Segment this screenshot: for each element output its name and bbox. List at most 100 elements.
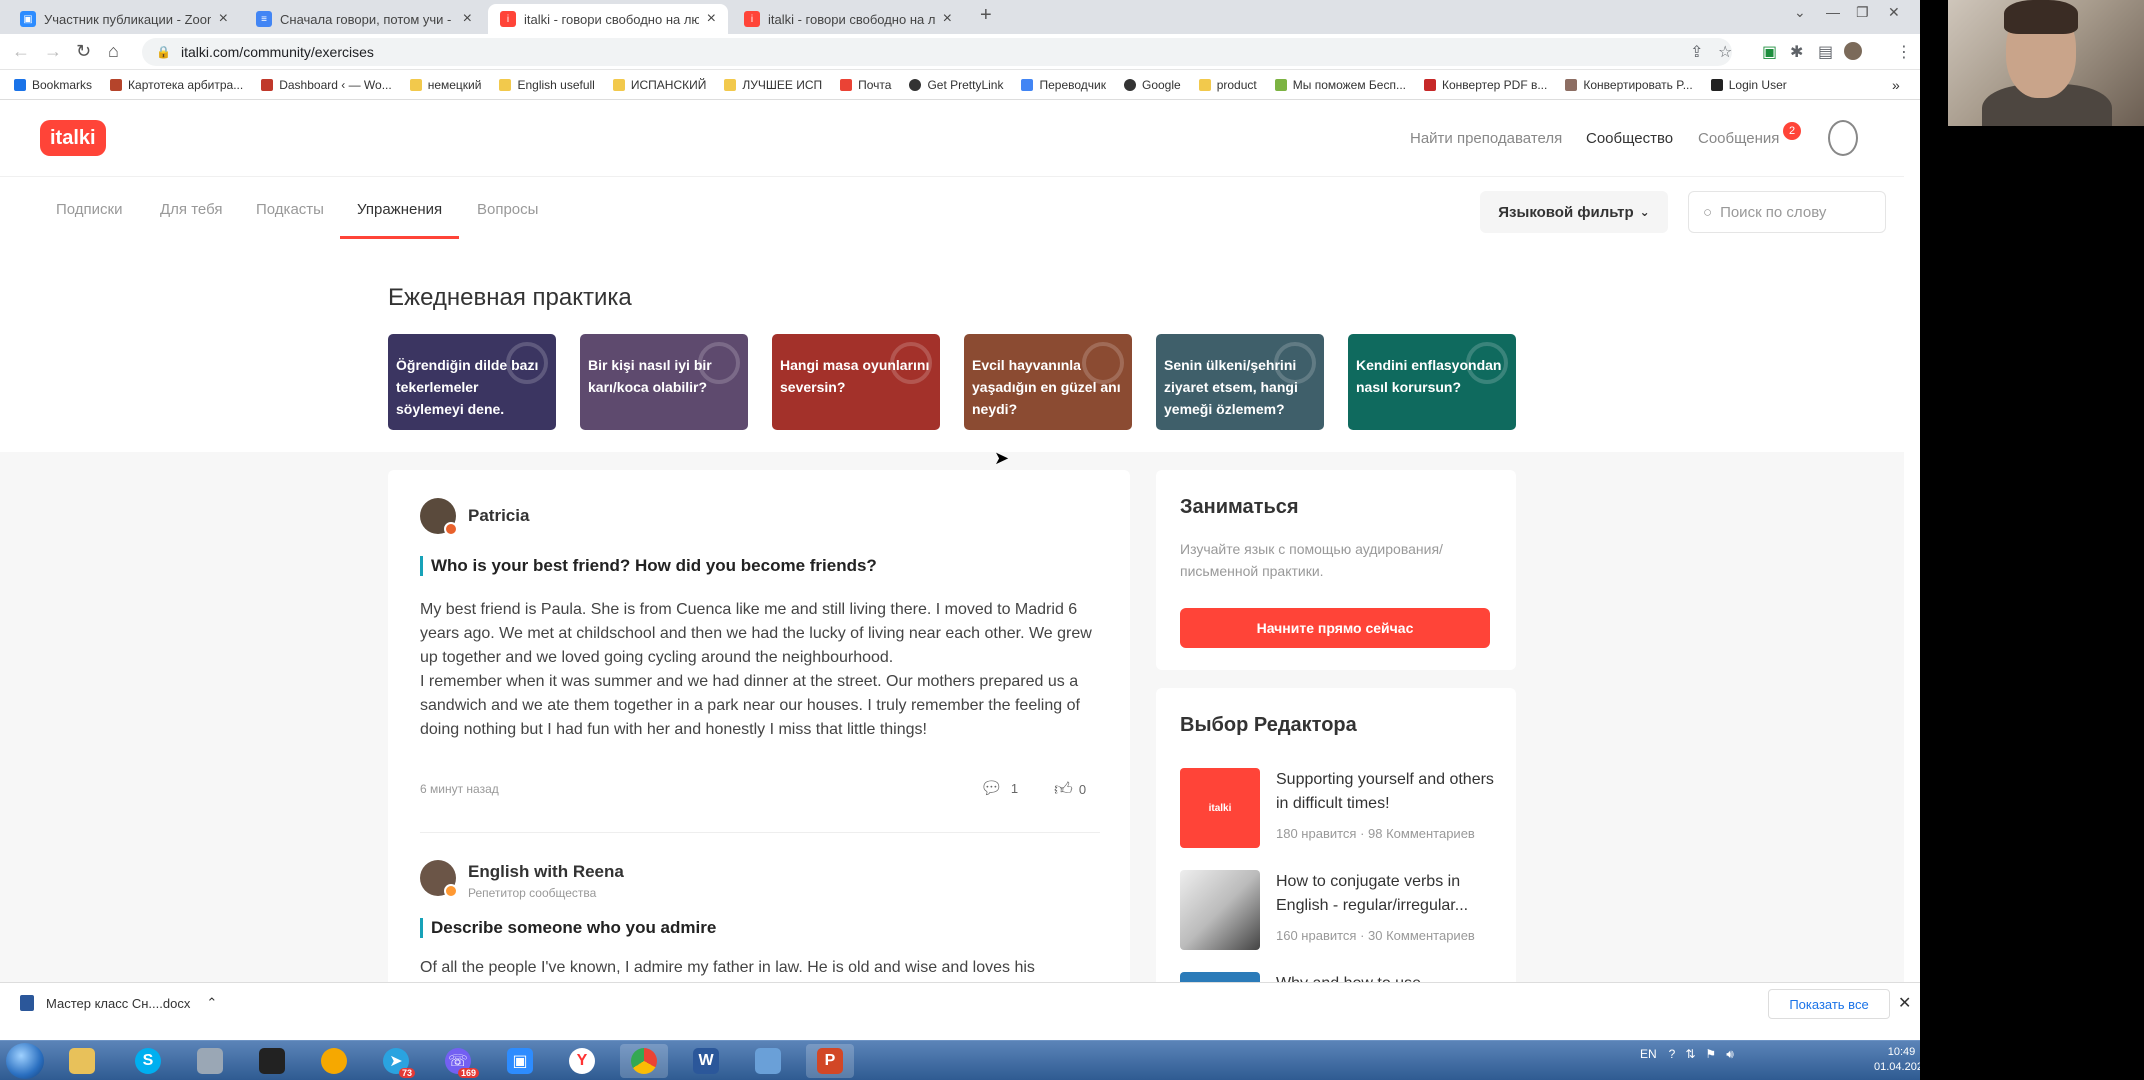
taskbar-telegram[interactable]: ➤ 73 [372,1044,420,1078]
close-window-icon[interactable]: ✕ [1888,4,1900,21]
taskbar-powerpoint[interactable]: P [806,1044,854,1078]
bookmark-item[interactable]: Login User [1710,78,1787,92]
taskbar-paint[interactable] [744,1044,792,1078]
home-icon[interactable]: ⌂ [108,41,119,62]
docs-icon: ≡ [256,11,272,27]
tab-italki[interactable]: i italki - говори свободно на люб × [732,4,964,34]
avatar[interactable] [420,498,458,536]
post-question[interactable]: Describe someone who you admire [420,918,716,938]
practice-card[interactable]: Evcil hayvanınla yaşadığın en güzel anı … [964,334,1132,430]
close-icon[interactable]: × [463,10,472,28]
close-icon[interactable]: ✕ [1898,993,1911,1013]
practice-card[interactable]: Öğrendiğin dilde bazı tekerlemeler söyle… [388,334,556,430]
flag-icon[interactable]: ⚑ [1705,1047,1716,1061]
bookmark-item[interactable]: Dashboard ‹ — Wo... [261,78,392,92]
tab-exercises[interactable]: Упражнения [340,201,460,239]
practice-description: Изучайте язык с помощью аудирования/пись… [1180,541,1443,579]
taskbar-yandex[interactable]: Y [558,1044,606,1078]
menu-icon[interactable]: ⋮ [1896,42,1912,62]
forward-icon[interactable]: → [44,41,62,62]
user-avatar[interactable] [1828,120,1858,156]
post-author[interactable]: English with Reena [468,862,624,882]
tab-docs[interactable]: ≡ Сначала говори, потом учи - Go × [244,4,484,34]
taskbar-chrome[interactable] [620,1044,668,1078]
bookmark-item[interactable]: Google [1124,78,1181,92]
practice-card[interactable]: Hangi masa oyunlarını seversin? [772,334,940,430]
minimize-icon[interactable]: — [1826,4,1840,20]
post-question[interactable]: Who is your best friend? How did you bec… [420,556,877,576]
search-input[interactable]: ○ Поиск по слову [1688,191,1886,233]
puzzle-icon[interactable]: ✱ [1790,42,1803,62]
chevron-up-icon[interactable]: ⌃ [206,995,217,1011]
star-icon[interactable]: ☆ [1718,42,1732,62]
close-icon[interactable]: × [943,10,952,28]
taskbar-app[interactable] [248,1044,296,1078]
extension-icon[interactable]: ▣ [1762,42,1777,62]
practice-card[interactable]: Bir kişi nasıl iyi bir karı/koca olabili… [580,334,748,430]
share-icon[interactable]: ⇪ [1690,42,1703,62]
tab-for-you[interactable]: Для тебя [160,201,222,236]
post-author[interactable]: Patricia [468,506,529,526]
download-item[interactable]: Мастер класс Сн....docx ⌃ [20,995,217,1011]
like-button[interactable]: 👍︎ 0 [1054,778,1086,800]
tab-questions[interactable]: Вопросы [477,201,538,236]
volume-icon[interactable]: 🔊︎ [1726,1047,1734,1061]
network-icon[interactable]: ⇅ [1685,1047,1695,1061]
editor-item[interactable]: italki Supporting yourself and others in… [1180,768,1500,848]
sidepanel-icon[interactable]: ▤ [1818,42,1833,62]
close-icon[interactable]: × [219,10,228,28]
taskbar-calculator[interactable] [186,1044,234,1078]
bookmark-item[interactable]: Переводчик [1021,78,1106,92]
taskbar-skype[interactable]: S [124,1044,172,1078]
practice-card[interactable]: Kendini enflasyondan nasıl korursun? [1348,334,1516,430]
post-body: My best friend is Paula. She is from Cue… [420,601,1092,738]
chevron-right-icon[interactable]: » [1892,77,1900,93]
bookmark-item[interactable]: Почта [840,78,891,92]
bookmark-item[interactable]: Мы поможем Бесп... [1274,78,1406,92]
start-button[interactable] [6,1043,44,1079]
bookmark-item[interactable]: Get PrettyLink [909,78,1003,92]
close-icon[interactable]: × [707,10,716,28]
tab-podcasts[interactable]: Подкасты [256,201,324,236]
reload-icon[interactable]: ↻ [76,41,91,62]
language-filter-dropdown[interactable]: Языковой фильтр ⌄ [1480,191,1668,233]
taskbar-zoom[interactable]: ▣ [496,1044,544,1078]
taskbar-word[interactable]: W [682,1044,730,1078]
bookmark-folder[interactable]: немецкий [409,78,481,92]
editor-item[interactable]: How to conjugate verbs in English - regu… [1180,870,1500,950]
new-tab-button[interactable]: + [980,4,992,27]
url-input[interactable]: 🔒 italki.com/community/exercises [142,38,1732,66]
divider [420,832,1100,833]
taskbar-audio[interactable] [310,1044,358,1078]
tab-search-icon[interactable]: ⌄ [1794,4,1806,21]
bookmark-item[interactable]: Картотека арбитра... [110,78,243,92]
tab-italki-active[interactable]: i italki - говори свободно на люб × [488,4,728,34]
language-indicator[interactable]: EN [1640,1047,1657,1061]
help-icon[interactable]: ? [1669,1047,1676,1061]
practice-card[interactable]: Senin ülkeni/şehrini ziyaret etsem, hang… [1156,334,1324,430]
back-icon[interactable]: ← [12,41,30,62]
bookmark-folder[interactable]: English usefull [499,78,595,92]
comments-button[interactable]: 💬︎ 1 [980,778,1018,799]
nav-find-teacher[interactable]: Найти преподавателя [1410,130,1562,147]
bookmark-item[interactable]: Bookmarks [14,78,92,92]
bookmark-item[interactable]: Конвертер PDF в... [1423,78,1547,92]
system-clock[interactable]: 10:4901.04.2022 [1874,1045,1920,1075]
avatar[interactable] [420,860,458,898]
nav-community[interactable]: Сообщество [1586,130,1673,147]
nav-messages[interactable]: Сообщения [1698,130,1779,147]
bookmark-folder[interactable]: ЛУЧШЕЕ ИСП [724,78,822,92]
bookmark-item[interactable]: Конвертировать P... [1565,78,1693,92]
start-now-button[interactable]: Начните прямо сейчас [1180,608,1490,648]
tab-zoom[interactable]: ▣ Участник публикации - Zoom × [8,4,240,34]
taskbar-explorer[interactable] [58,1044,106,1078]
bookmark-folder[interactable]: product [1198,78,1257,92]
tab-subscriptions[interactable]: Подписки [56,201,123,236]
show-all-button[interactable]: Показать все [1768,989,1890,1019]
editor-item[interactable]: Why and how to use [1180,972,1500,982]
restore-icon[interactable]: ❐ [1856,4,1869,21]
profile-avatar[interactable] [1844,42,1862,60]
italki-logo[interactable]: italki [40,120,106,156]
bookmark-folder[interactable]: ИСПАНСКИЙ [612,78,706,92]
taskbar-viber[interactable]: ☏ 169 [434,1044,482,1078]
